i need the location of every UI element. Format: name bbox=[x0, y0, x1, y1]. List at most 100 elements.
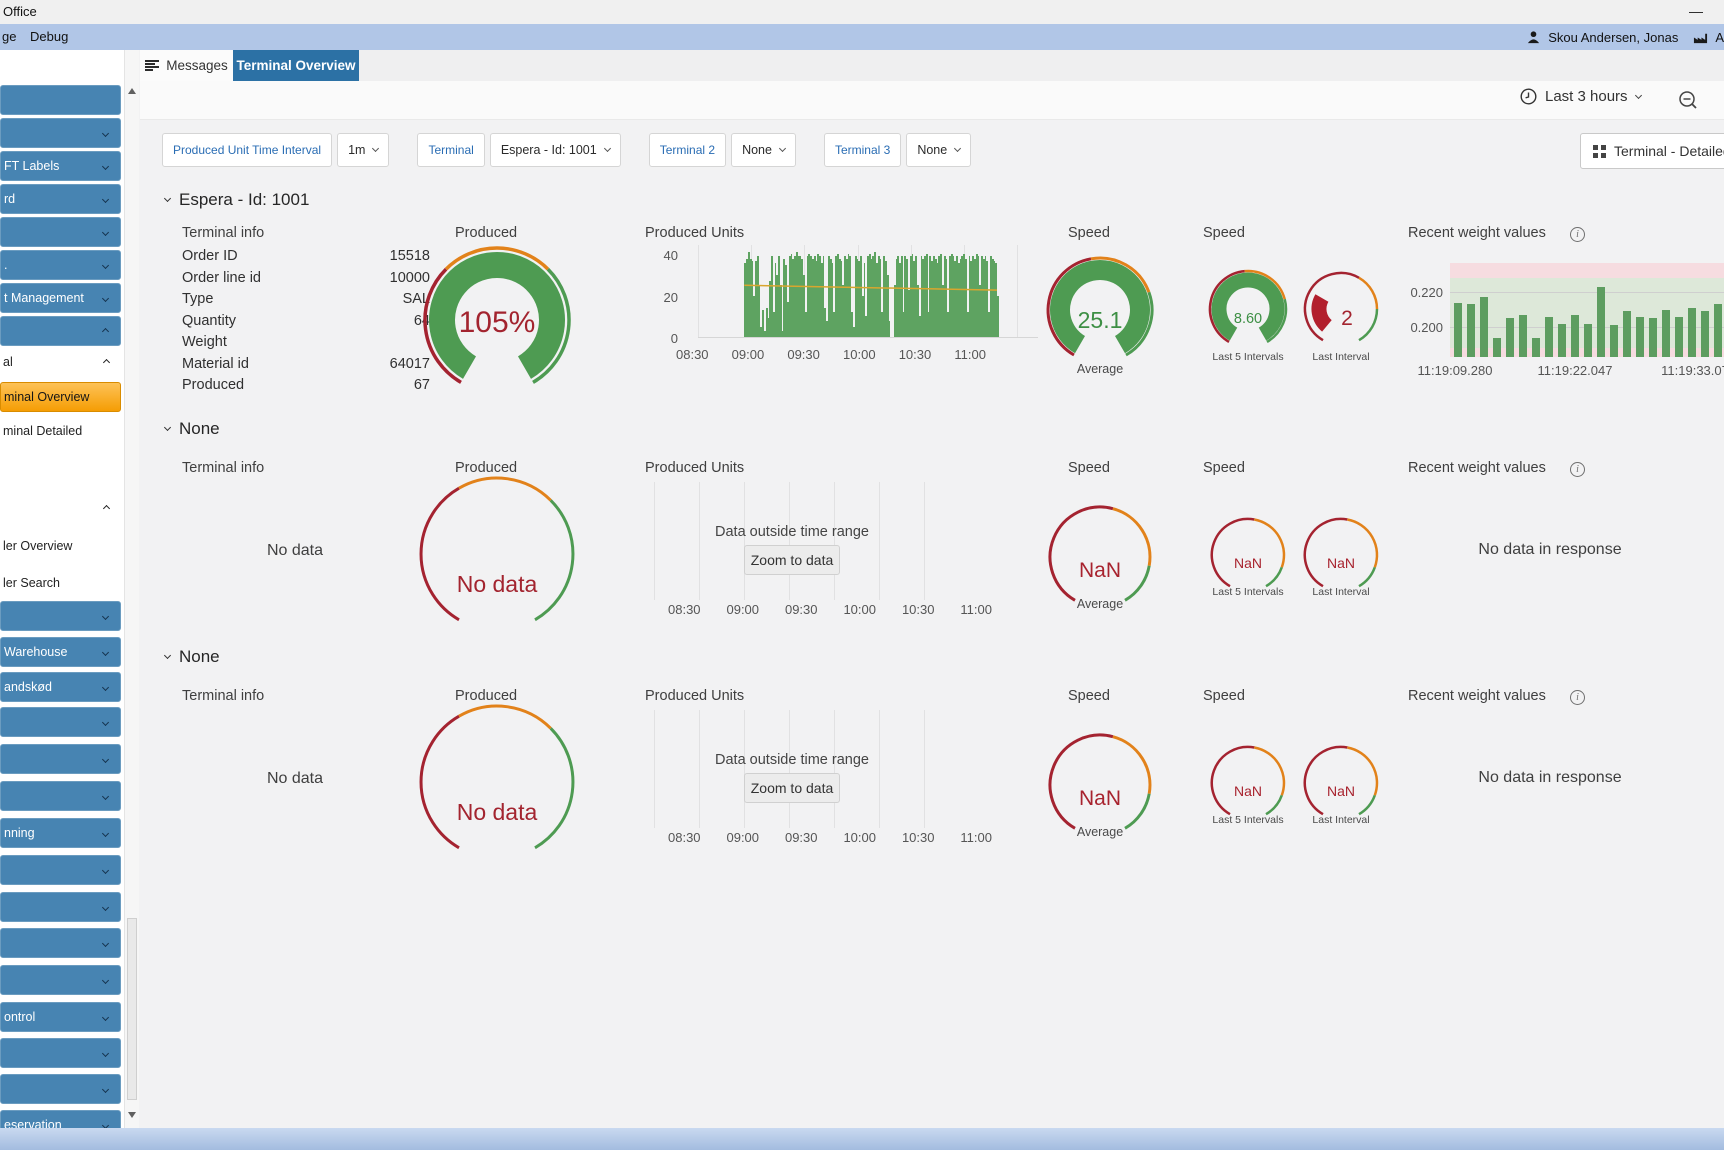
gridline bbox=[834, 482, 835, 600]
sidebar-item-ontrol[interactable]: ontrol bbox=[0, 1002, 121, 1032]
terminal2-dropdown[interactable]: None bbox=[731, 133, 796, 167]
terminal-dropdown[interactable]: Espera - Id: 1001 bbox=[489, 133, 621, 167]
info-icon[interactable]: i bbox=[1570, 227, 1585, 242]
sidebar-item[interactable] bbox=[0, 1074, 121, 1104]
produced-no-data: No data bbox=[457, 799, 538, 825]
time-range-selector[interactable]: Last 3 hours bbox=[1520, 88, 1642, 105]
speed-average-nan: NaN bbox=[1079, 787, 1121, 810]
bar bbox=[1584, 323, 1592, 357]
chevron-down-icon bbox=[163, 651, 172, 659]
col-header-speed-intervals: Speed bbox=[1203, 460, 1245, 476]
x-tick-label: 10:00 bbox=[843, 602, 876, 617]
sidebar-item[interactable] bbox=[0, 118, 121, 148]
gauge-arc-green bbox=[1358, 308, 1379, 342]
bar bbox=[1636, 316, 1644, 357]
col-header-produced-units: Produced Units bbox=[645, 688, 745, 704]
zoom-out-icon[interactable] bbox=[1678, 90, 1698, 110]
tab-terminal-overview-label: Terminal Overview bbox=[236, 58, 356, 73]
menu-item-truncated[interactable]: ge bbox=[2, 29, 16, 44]
wt-xtick-1: 11:19:09.280 bbox=[1417, 363, 1493, 378]
speed-last5-value: 8.60 bbox=[1234, 311, 1262, 327]
col-header-terminal-info: Terminal info bbox=[182, 225, 265, 241]
speed-last-gauge-nan: NaN bbox=[1303, 745, 1379, 816]
wt-xtick-2: 11:19:22.047 bbox=[1537, 363, 1613, 378]
terminal3-dropdown[interactable]: None bbox=[906, 133, 972, 167]
chevron-down-icon bbox=[372, 144, 380, 153]
produced-percentage: 105% bbox=[459, 306, 536, 339]
gridline bbox=[699, 482, 700, 600]
menu-item-debug[interactable]: Debug bbox=[30, 29, 68, 44]
info-icon[interactable]: i bbox=[1570, 690, 1585, 705]
x-tick-label: 10:30 bbox=[901, 602, 935, 617]
speed-last5-gauge: 8.60 bbox=[1208, 269, 1288, 343]
minimize-button[interactable]: — bbox=[1682, 2, 1710, 22]
gridline bbox=[924, 710, 925, 828]
bar bbox=[1597, 286, 1605, 357]
zoom-to-data-button[interactable]: Zoom to data bbox=[744, 773, 840, 803]
sidebar-item-label: ontrol bbox=[4, 1010, 36, 1024]
chevron-down-icon bbox=[101, 976, 110, 984]
gauge-arc-red bbox=[1048, 505, 1114, 602]
sidebar-item[interactable] bbox=[0, 85, 121, 115]
sidebar-item[interactable] bbox=[0, 892, 121, 922]
produced-units-chart-empty: Data outside time range Zoom to data bbox=[632, 482, 952, 600]
sidebar-item[interactable] bbox=[0, 1038, 121, 1068]
pu-ytick-40: 40 bbox=[663, 248, 678, 263]
bar bbox=[1558, 323, 1566, 357]
interval-dropdown[interactable]: 1m bbox=[337, 133, 390, 167]
bar bbox=[1571, 314, 1579, 357]
x-tick-label: 10:30 bbox=[898, 347, 932, 362]
filter-bar: Produced Unit Time Interval 1m Terminal … bbox=[162, 133, 993, 167]
terminal-info-no-data: No data bbox=[266, 542, 324, 559]
last-interval-label: Last Interval bbox=[1312, 814, 1370, 826]
bar bbox=[1493, 337, 1501, 357]
app-window: Office — ge Debug Skou Andersen, Jonas A… bbox=[0, 0, 1724, 1150]
user-name[interactable]: Skou Andersen, Jonas bbox=[1548, 30, 1678, 45]
info-value: SAL bbox=[402, 291, 430, 307]
col-header-produced-units: Produced Units bbox=[645, 225, 745, 241]
chevron-down-icon bbox=[101, 1085, 110, 1093]
gauge-arc-green bbox=[1124, 565, 1151, 602]
tab-terminal-overview[interactable]: Terminal Overview bbox=[233, 50, 359, 81]
bar bbox=[1701, 311, 1709, 357]
info-icon[interactable]: i bbox=[1570, 462, 1585, 477]
wt-xtick-3: 11:19:33.07 bbox=[1661, 363, 1724, 378]
site-name[interactable]: A bbox=[1715, 30, 1724, 45]
section-header[interactable]: Espera - Id: 1001 bbox=[163, 190, 310, 210]
menu-bar: ge Debug Skou Andersen, Jonas A bbox=[0, 24, 1724, 50]
section-header[interactable]: None bbox=[163, 647, 220, 667]
sidebar-item[interactable] bbox=[0, 928, 121, 958]
wt-ytick-0200: 0.200 bbox=[1410, 320, 1443, 335]
info-value: 67 bbox=[413, 377, 430, 393]
sidebar-item-eservation[interactable]: eservation bbox=[0, 1110, 121, 1128]
gauge-arc-orange bbox=[1358, 276, 1379, 310]
sidebar-item-label: FT Labels bbox=[4, 159, 60, 173]
scroll-up-arrow[interactable] bbox=[128, 88, 136, 94]
sidebar-item-ft-labels[interactable]: FT Labels bbox=[0, 151, 121, 181]
produced-gauge-empty: No data bbox=[419, 476, 575, 622]
bar bbox=[1454, 302, 1462, 357]
section-title: None bbox=[179, 647, 220, 666]
zoom-to-data-button[interactable]: Zoom to data bbox=[744, 545, 840, 575]
gauge-arc-orange bbox=[1112, 735, 1152, 794]
gridline bbox=[879, 710, 880, 828]
col-header-speed-intervals: Speed bbox=[1203, 688, 1245, 704]
col-header-speed-avg: Speed bbox=[1068, 460, 1110, 476]
gauge-value-wedge bbox=[1311, 294, 1333, 332]
section-title: Espera - Id: 1001 bbox=[179, 190, 310, 209]
gauge-arc-red bbox=[1210, 745, 1255, 816]
wt-ytick-0220: 0.220 bbox=[1410, 285, 1443, 300]
terminal-section-espera-1001: Espera - Id: 1001 Terminal info Produced… bbox=[0, 184, 1724, 411]
x-tick-label: 09:30 bbox=[787, 347, 820, 362]
terminal-detailed-button[interactable]: Terminal - Detailed bbox=[1580, 133, 1724, 169]
scrollbar-thumb[interactable] bbox=[127, 918, 137, 1100]
section-header[interactable]: None bbox=[163, 419, 220, 439]
trend-line bbox=[744, 284, 998, 291]
tab-messages[interactable]: Messages bbox=[140, 50, 233, 81]
gauge-arc-green bbox=[1358, 794, 1376, 816]
outside-range-message: Data outside time range bbox=[715, 752, 869, 768]
gridline bbox=[834, 710, 835, 828]
pu-time-axis: 08:30 09:00 09:30 10:00 10:30 11:00 bbox=[668, 830, 992, 845]
sidebar-item[interactable] bbox=[0, 965, 121, 995]
scroll-down-arrow[interactable] bbox=[128, 1112, 136, 1118]
